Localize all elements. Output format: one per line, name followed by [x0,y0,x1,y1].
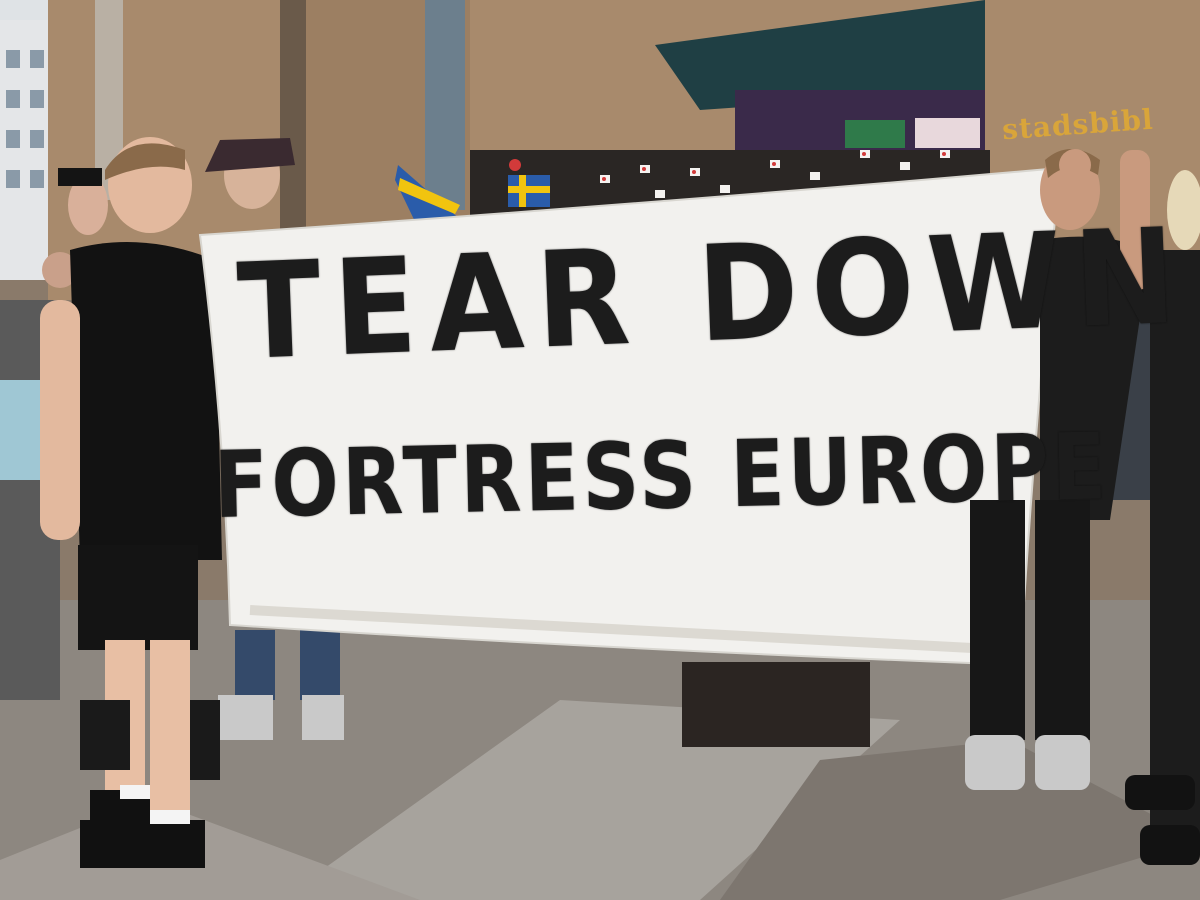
green-sign [845,120,905,148]
banner-line-2: FORTRESS EUROPE [212,413,1111,539]
building-recess [280,0,306,230]
photo-scene: TEAR DOWN FORTRESS EUROPE stadsbibl [0,0,1200,900]
pink-sign [915,118,980,148]
building-window-strip [425,0,465,210]
planter-box [682,662,870,747]
